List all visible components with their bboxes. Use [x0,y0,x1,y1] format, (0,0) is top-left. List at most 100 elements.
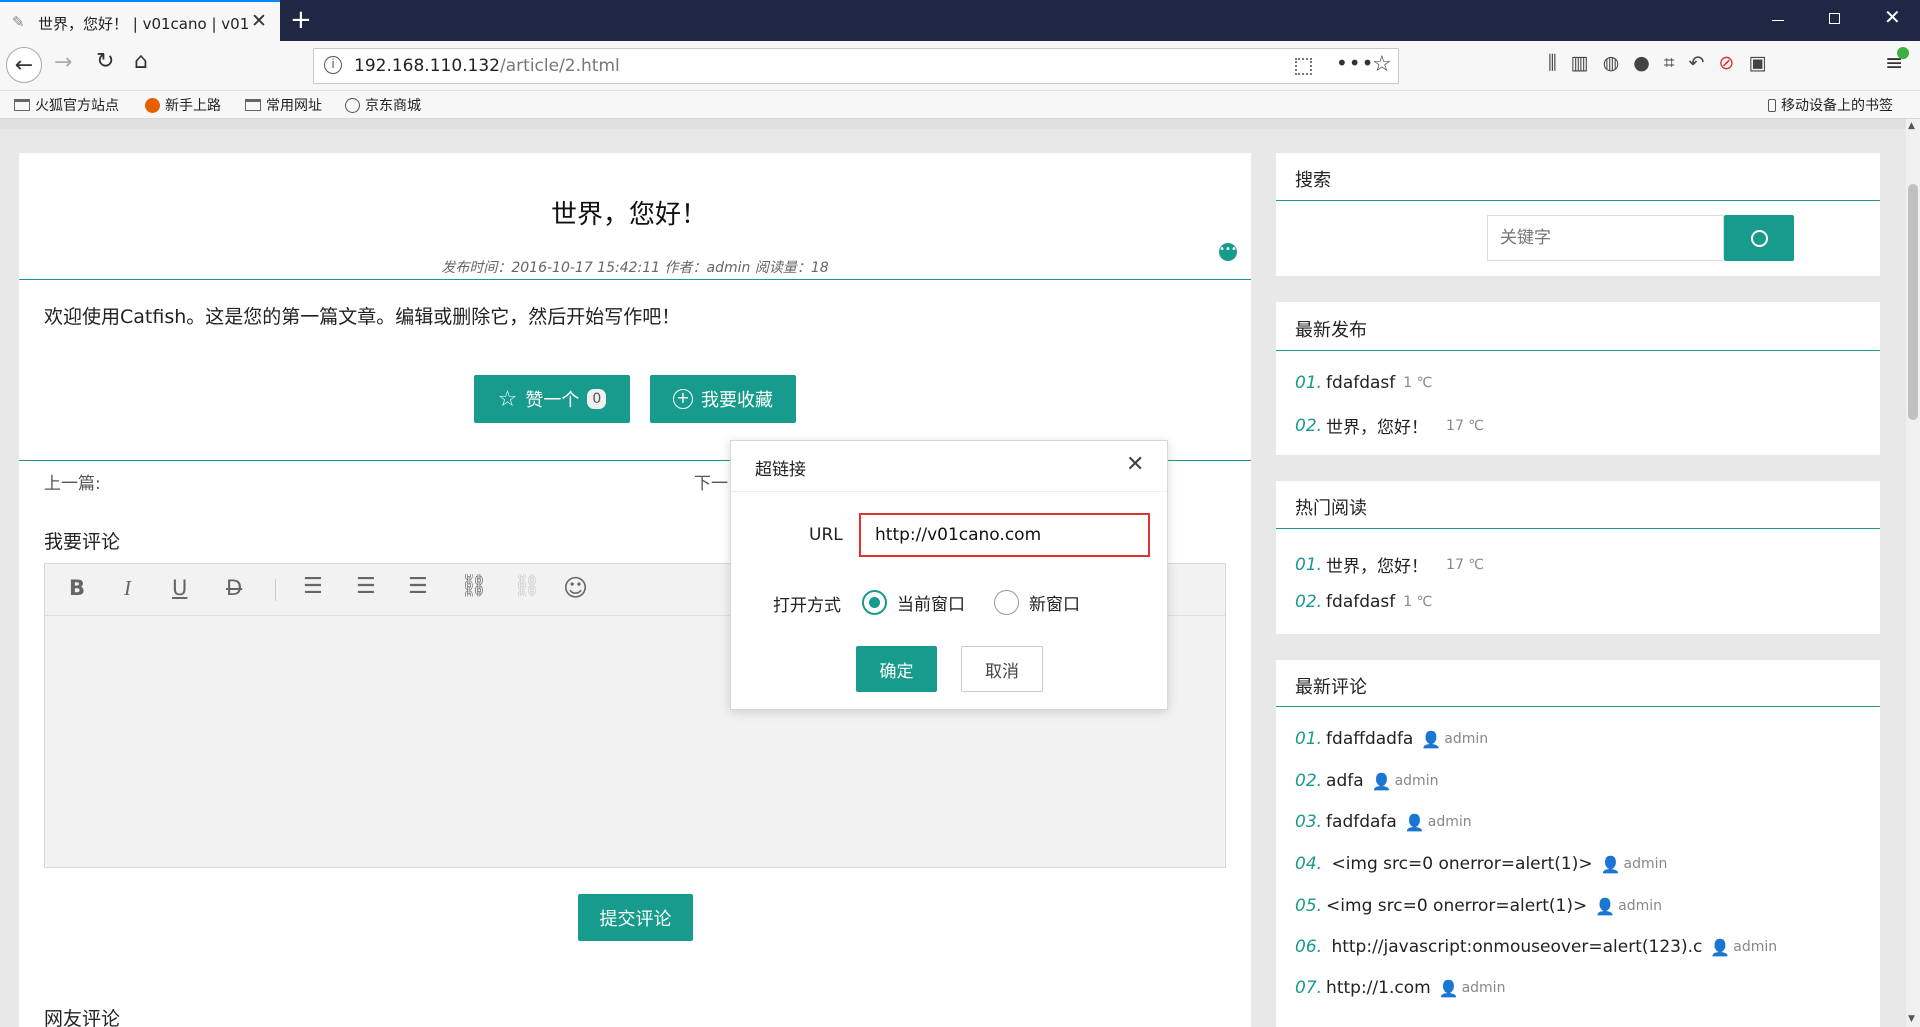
bookmark-item[interactable]: 新手上路 [145,95,221,115]
library-icon[interactable]: ⫼ [1548,52,1557,74]
strikethrough-icon[interactable]: D [226,576,242,600]
user-icon: 👤 [1404,812,1425,832]
latest-divider [1276,350,1880,351]
screenshot-icon[interactable]: ⌗ [1664,52,1675,74]
firefox-icon [145,97,160,113]
url-host: 192.168.110.132 [354,56,501,76]
submit-comment-button[interactable]: 提交评论 [578,894,693,941]
hot-post-item[interactable]: 02. fdafdasf 1 ℃ [1295,592,1432,612]
latest-comments-title: 最新评论 [1295,677,1367,698]
italic-icon[interactable]: I [124,576,131,601]
undo-icon[interactable]: ↶ [1689,52,1705,74]
align-right-icon[interactable]: ☰ [408,574,428,599]
sync-icon[interactable]: ◍ [1603,52,1620,74]
favorite-button[interactable]: + 我要收藏 [650,375,796,423]
user-icon: 👤 [1595,896,1616,916]
like-button[interactable]: ☆ 赞一个 0 [474,375,630,423]
scroll-down-icon[interactable]: ▼ [1908,1014,1915,1024]
radio-current-window[interactable]: 当前窗口 [862,590,965,615]
item-views: 1 ℃ [1403,375,1433,391]
comment-item[interactable]: 02. adfa 👤 admin [1295,771,1438,791]
restore-icon[interactable] [1829,13,1840,24]
back-icon[interactable]: ← [6,47,42,83]
dialog-ok-button[interactable]: 确定 [856,646,937,692]
toolbar-separator [275,579,276,601]
hot-post-item[interactable]: 01. 世界，您好！ 17 ℃ [1295,552,1484,578]
latest-post-item[interactable]: 02. 世界，您好！ 17 ℃ [1295,413,1484,439]
item-text: fdaffdadfa [1326,729,1414,749]
prev-article-link[interactable]: 上一篇: [44,469,101,494]
item-text: http://1.com [1326,978,1431,998]
comment-item[interactable]: 07. http://1.com 👤 admin [1295,978,1505,998]
scrollbar-thumb[interactable] [1908,184,1918,420]
radio-new-window[interactable]: 新窗口 [994,590,1080,615]
comment-item[interactable]: 04. <img src=0 onerror=alert(1)> 👤 admin [1295,854,1667,874]
bookmark-label: 常用网址 [266,98,322,114]
search-title: 搜索 [1295,170,1331,191]
comment-item[interactable]: 01. fdaffdadfa 👤 admin [1295,729,1488,749]
item-number: 01. [1295,554,1323,575]
align-center-icon[interactable]: ☰ [356,574,376,599]
item-user: admin [1733,939,1778,955]
comment-bubble-icon[interactable]: ••• [1219,243,1237,261]
dialog-cancel-button[interactable]: 取消 [961,646,1043,692]
unlink-icon[interactable]: ⛓ [513,574,541,599]
folder-icon [14,99,30,111]
search-input[interactable] [1487,215,1724,261]
mobile-bookmarks[interactable]: 移动设备上的书签 [1768,95,1893,115]
bold-icon[interactable]: B [69,576,85,600]
block-icon[interactable]: ⊘ [1719,52,1735,74]
new-tab-icon[interactable]: + [290,5,312,35]
comment-item[interactable]: 05. <img src=0 onerror=alert(1)> 👤 admin [1295,896,1662,916]
url-label: URL [809,525,843,545]
url-text[interactable]: 192.168.110.132/article/2.html [354,56,620,76]
more-actions-icon[interactable]: ••• [1336,51,1374,75]
bookmark-item[interactable]: 常用网址 [245,95,322,115]
search-divider [1276,200,1880,201]
item-text: http://javascript:onmouseover=alert(123)… [1326,937,1703,957]
underline-icon[interactable]: U [172,576,187,600]
emoji-icon[interactable]: ☺ [563,574,588,602]
search-button[interactable] [1724,215,1794,261]
comment-item[interactable]: 06. http://javascript:onmouseover=alert(… [1295,937,1777,957]
item-text: fdafdasf [1326,373,1396,393]
user-icon: 👤 [1438,978,1459,998]
container-icon[interactable]: ▣ [1748,52,1766,74]
item-number: 01. [1295,373,1323,393]
bookmark-item[interactable]: 火狐官方站点 [14,95,119,115]
article-title: 世界，您好！ [550,200,707,230]
link-icon[interactable]: ⛓ [460,574,488,599]
sidebar-icon[interactable]: ▥ [1571,52,1589,74]
address-bar[interactable]: i 192.168.110.132/article/2.html ••• ☆ [313,48,1399,84]
item-text: <img src=0 onerror=alert(1)> [1326,854,1593,874]
chat-icon[interactable]: ● [1633,52,1650,74]
bookmark-item[interactable]: 京东商城 [345,95,421,115]
browser-tab[interactable]: ✎ 世界，您好！ | v01cano | v01c ✕ [0,0,280,41]
url-input[interactable] [859,513,1150,557]
next-article-link[interactable]: 下一 [694,469,728,494]
align-left-icon[interactable]: ☰ [303,574,323,599]
minimize-icon[interactable] [1772,20,1784,21]
qr-code-icon[interactable] [1295,58,1312,75]
dialog-close-icon[interactable]: ✕ [1126,452,1144,477]
latest-post-item[interactable]: 01. fdafdasf 1 ℃ [1295,373,1432,393]
mobile-icon [1768,98,1776,112]
site-info-icon[interactable]: i [324,56,342,74]
window-close-icon[interactable]: ✕ [1884,5,1901,29]
forward-icon[interactable]: → [54,50,72,75]
home-icon[interactable]: ⌂ [134,49,148,74]
tab-close-icon[interactable]: ✕ [251,10,267,32]
article-meta: 发布时间：2016-10-17 15:42:11 作者：admin 阅读量：18 [441,260,829,276]
item-user: admin [1394,773,1439,789]
bookmarks-bar: 火狐官方站点 新手上路 常用网址 京东商城 移动设备上的书签 [0,91,1920,119]
item-user: admin [1623,856,1668,872]
reload-icon[interactable]: ↻ [96,49,114,74]
dialog-header-divider [731,491,1167,492]
comments-divider [1276,706,1880,707]
comment-item[interactable]: 03. fadfdafa 👤 admin [1295,812,1472,832]
scroll-up-icon[interactable]: ▲ [1908,121,1915,131]
bookmark-star-icon[interactable]: ☆ [1372,52,1392,77]
item-number: 04. [1295,854,1323,874]
item-number: 01. [1295,729,1323,749]
search-icon [1750,229,1768,247]
